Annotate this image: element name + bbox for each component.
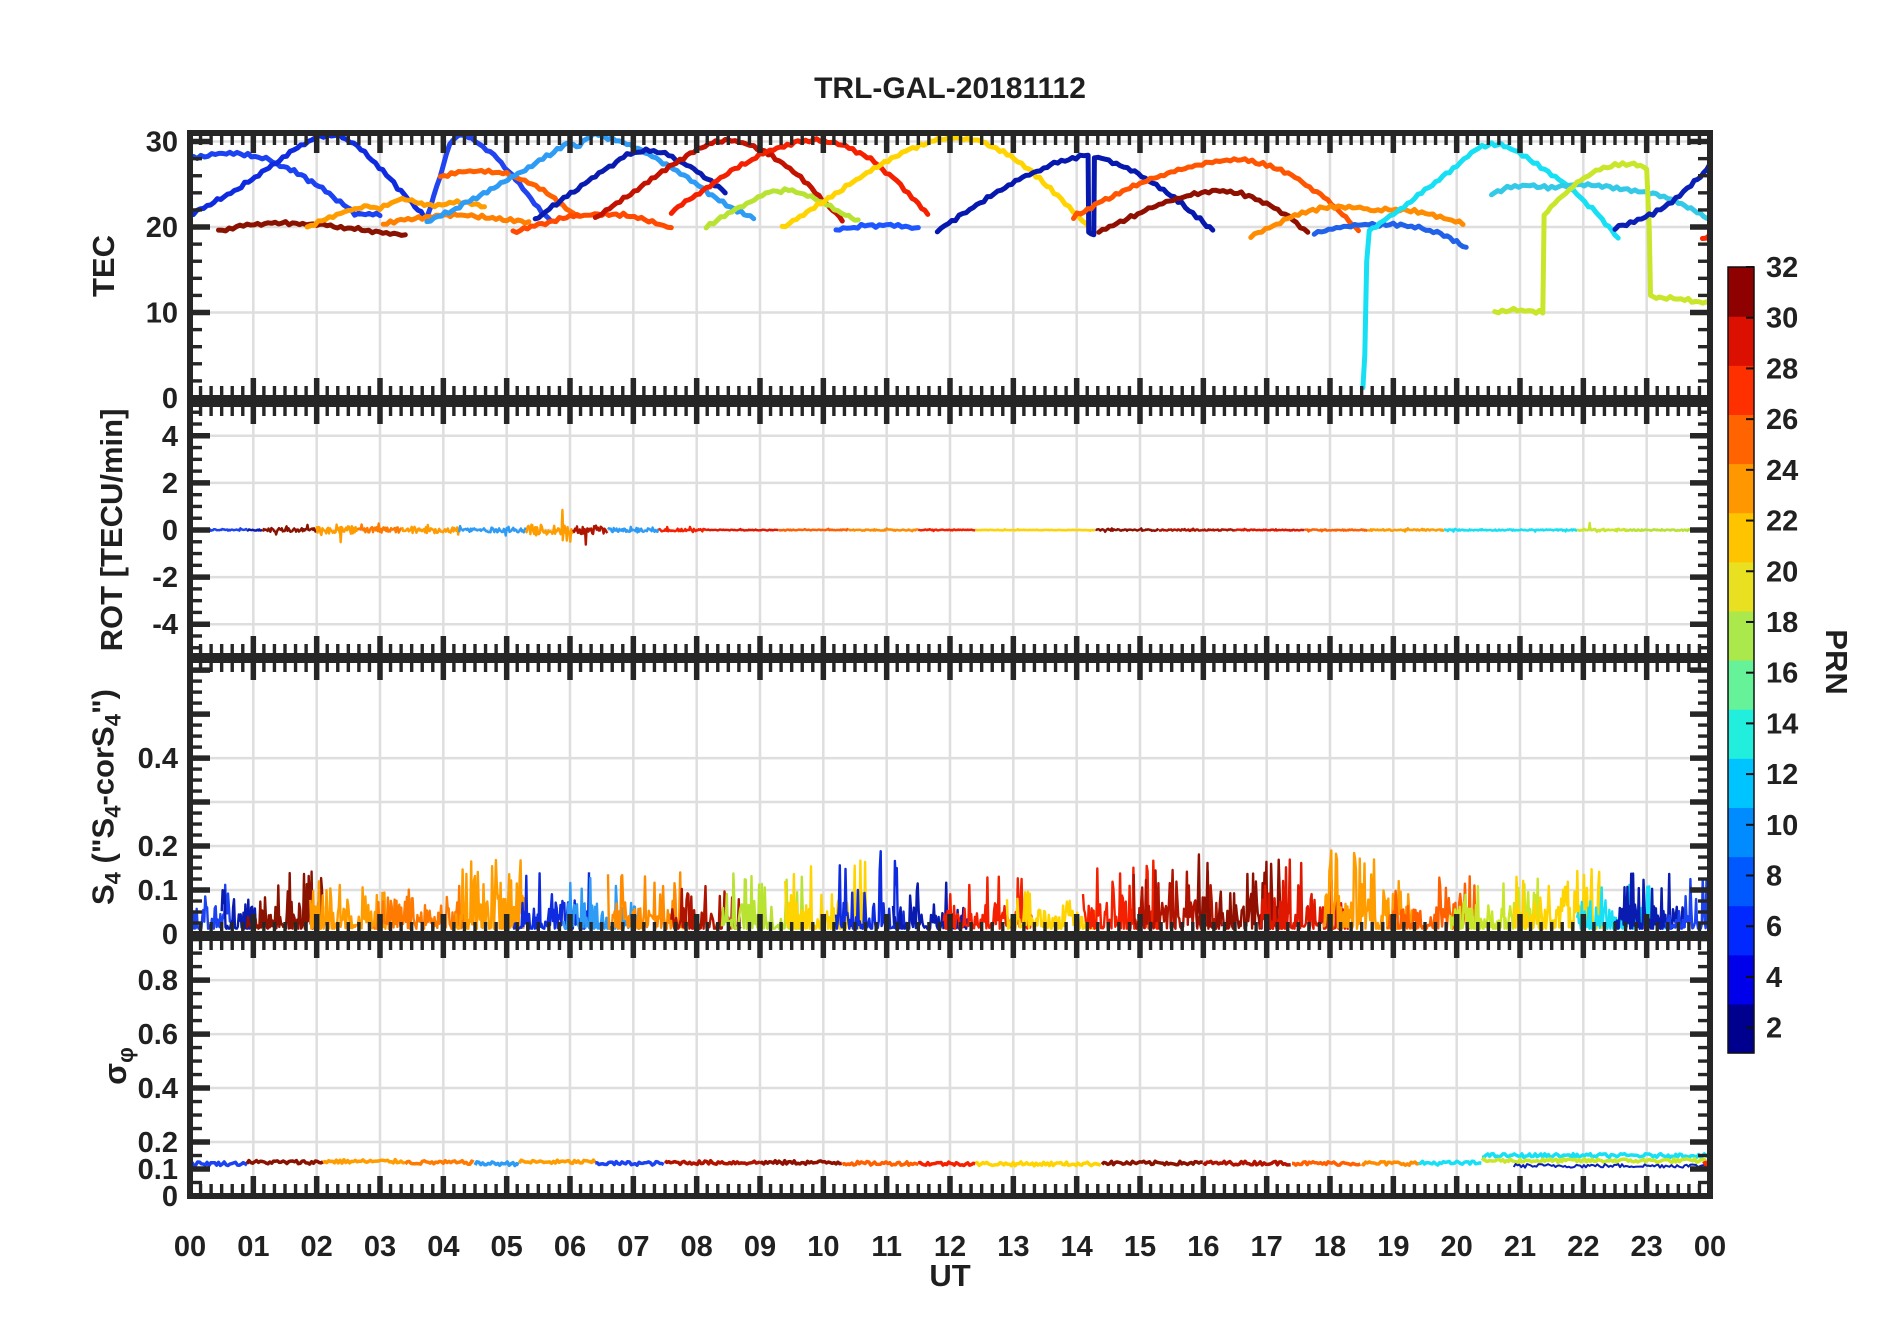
svg-text:8: 8 xyxy=(1766,861,1782,893)
s4-label-sub3: 4 xyxy=(100,714,126,727)
svg-text:21: 21 xyxy=(1504,1231,1536,1263)
rot-axis-label: ROT [TECU/min] xyxy=(94,408,129,652)
sigma-label-base: σ xyxy=(96,1062,133,1085)
svg-text:16: 16 xyxy=(1187,1231,1219,1263)
prn-colorbar: 2468101214161820222426283032 xyxy=(1727,252,1798,1054)
S4-ytick-labels: 0 0.1 0.2 0.4 xyxy=(138,743,178,951)
svg-text:14: 14 xyxy=(1061,1231,1093,1263)
svg-text:0.4: 0.4 xyxy=(138,743,178,775)
TEC-grid xyxy=(190,133,1710,398)
svg-text:02: 02 xyxy=(301,1231,333,1263)
ROT-ytick-labels: -4 -2 0 2 4 xyxy=(152,421,178,641)
svg-text:32: 32 xyxy=(1766,252,1798,284)
tec-axis-label: TEC xyxy=(86,235,121,297)
svg-text:09: 09 xyxy=(744,1231,776,1263)
svg-text:17: 17 xyxy=(1251,1231,1283,1263)
svg-text:0.6: 0.6 xyxy=(138,1019,178,1051)
scintillation-figure: 0 10 20 30 -4 -2 0 2 4 0 0.1 0.2 0.4 0 0.1 0.2 0.4 0.6 0.8… xyxy=(0,0,1902,1330)
svg-text:0.2: 0.2 xyxy=(138,1127,178,1159)
panel-S4: 0 0.1 0.2 0.4 xyxy=(138,657,1713,951)
svg-text:14: 14 xyxy=(1766,708,1798,740)
svg-text:11: 11 xyxy=(871,1231,902,1263)
chart-title: TRL-GAL-20181112 xyxy=(814,72,1086,105)
svg-text:30: 30 xyxy=(146,127,178,159)
s4-label-base: S xyxy=(85,884,121,906)
svg-text:07: 07 xyxy=(617,1231,649,1263)
x-axis-label: UT xyxy=(929,1258,971,1293)
svg-text:0.4: 0.4 xyxy=(138,1073,178,1105)
svg-text:06: 06 xyxy=(554,1231,586,1263)
svg-text:0: 0 xyxy=(162,383,178,415)
svg-text:19: 19 xyxy=(1377,1231,1409,1263)
panel-ROT: -4 -2 0 2 4 xyxy=(152,401,1713,659)
svg-text:30: 30 xyxy=(1766,303,1798,335)
panel-sigma_phi: 00.10.20.40.60.8 xyxy=(138,935,1713,1213)
sigma_phi-ytick-labels: 00.10.20.40.60.8 xyxy=(138,965,178,1213)
svg-text:00: 00 xyxy=(1694,1231,1726,1263)
svg-text:-4: -4 xyxy=(152,609,178,641)
S4-grid xyxy=(190,660,1710,934)
svg-text:18: 18 xyxy=(1766,607,1798,639)
svg-text:2: 2 xyxy=(162,468,178,500)
svg-text:22: 22 xyxy=(1567,1231,1599,1263)
svg-text:-2: -2 xyxy=(152,562,178,594)
svg-text:04: 04 xyxy=(427,1231,459,1263)
svg-text:26: 26 xyxy=(1766,404,1798,436)
svg-text:20: 20 xyxy=(1766,556,1798,588)
svg-text:2: 2 xyxy=(1766,1013,1782,1045)
svg-text:15: 15 xyxy=(1124,1231,1156,1263)
svg-text:0: 0 xyxy=(162,919,178,951)
svg-text:12: 12 xyxy=(1766,759,1798,791)
TEC-ytick-labels: 0 10 20 30 xyxy=(146,127,178,415)
svg-text:13: 13 xyxy=(997,1231,1029,1263)
svg-text:03: 03 xyxy=(364,1231,396,1263)
colorbar-label: PRN xyxy=(1819,629,1854,695)
svg-text:4: 4 xyxy=(162,421,178,453)
svg-text:10: 10 xyxy=(1766,810,1798,842)
svg-text:0: 0 xyxy=(162,515,178,547)
svg-text:23: 23 xyxy=(1631,1231,1663,1263)
svg-text:10: 10 xyxy=(807,1231,839,1263)
svg-text:05: 05 xyxy=(491,1231,523,1263)
svg-text:4: 4 xyxy=(1766,962,1782,994)
svg-text:16: 16 xyxy=(1766,658,1798,690)
svg-text:00: 00 xyxy=(174,1231,206,1263)
svg-text:6: 6 xyxy=(1766,911,1782,943)
s4-label-mid2: -corS xyxy=(85,726,121,806)
svg-text:22: 22 xyxy=(1766,506,1798,538)
svg-text:18: 18 xyxy=(1314,1231,1346,1263)
s4-label-mid: ("S xyxy=(85,817,121,873)
svg-text:20: 20 xyxy=(146,212,178,244)
svg-text:01: 01 xyxy=(237,1231,269,1263)
svg-text:24: 24 xyxy=(1766,455,1798,487)
sigma-phi-axis-label: σφ xyxy=(97,1047,139,1085)
svg-text:20: 20 xyxy=(1441,1231,1473,1263)
svg-text:28: 28 xyxy=(1766,353,1798,385)
panel-TEC: 0 10 20 30 xyxy=(146,127,1713,415)
s4-axis-label: S4 ("S4-corS4") xyxy=(85,689,126,905)
sigma-label-sub: φ xyxy=(113,1047,139,1063)
svg-text:10: 10 xyxy=(146,298,178,330)
svg-text:0.1: 0.1 xyxy=(138,875,178,907)
s4-label-sub1: 4 xyxy=(100,872,126,885)
svg-text:08: 08 xyxy=(681,1231,713,1263)
s4-label-end: ") xyxy=(85,688,121,715)
svg-text:0.8: 0.8 xyxy=(138,965,178,997)
plot-canvas: 0102030-4-202400.10.20.400.10.20.40.60.8… xyxy=(138,127,1799,1263)
svg-text:0.2: 0.2 xyxy=(138,831,178,863)
s4-label-sub2: 4 xyxy=(100,805,126,818)
